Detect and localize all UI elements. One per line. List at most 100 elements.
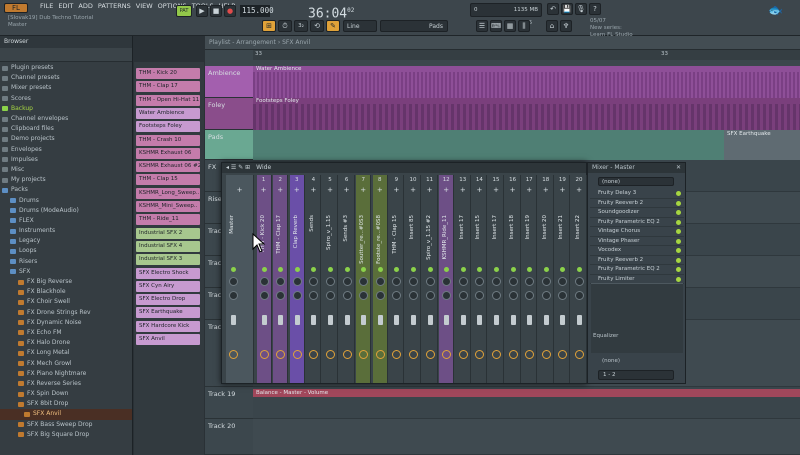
channel-rack-icon[interactable]: ▦: [504, 20, 516, 32]
mixer-strip[interactable]: 7 + Soutter_re...#0S3: [356, 175, 372, 383]
mixer-strip[interactable]: 19 + Insert 21: [555, 175, 571, 383]
close-icon[interactable]: ✕: [676, 164, 681, 172]
mixer-icon[interactable]: ⫼: [518, 20, 530, 32]
mixer-strip[interactable]: 1 + THM - Kick 20: [256, 175, 272, 383]
browser-item[interactable]: Risers: [0, 257, 132, 267]
add-icon[interactable]: +: [522, 186, 536, 194]
menu-file[interactable]: FILE: [40, 2, 53, 10]
route-icon[interactable]: [575, 350, 584, 359]
pan-knob[interactable]: [458, 277, 468, 286]
stereo-knob[interactable]: [492, 291, 501, 300]
add-icon[interactable]: +: [506, 186, 520, 194]
mute-led[interactable]: [577, 267, 582, 272]
mute-led[interactable]: [444, 267, 450, 272]
stereo-knob[interactable]: [276, 291, 286, 300]
mixer-strip[interactable]: 20 + Insert 22: [572, 175, 587, 383]
picker-item[interactable]: THM - Crash 10: [136, 134, 200, 146]
add-icon[interactable]: +: [472, 186, 486, 194]
effect-slot[interactable]: Vocodex: [590, 246, 684, 256]
mute-led[interactable]: [494, 267, 499, 272]
wait-icon[interactable]: ⏱: [278, 20, 292, 32]
pat-song-toggle[interactable]: PAT: [176, 5, 192, 17]
input-select[interactable]: (none): [598, 177, 674, 186]
mixer-menu-icon[interactable]: ◂ ☰ ✎ ⊞: [226, 164, 250, 172]
mute-led[interactable]: [543, 267, 549, 272]
browser-item[interactable]: SFX Anvil: [0, 409, 132, 420]
stop-button[interactable]: ■: [210, 5, 222, 17]
stereo-knob[interactable]: [309, 291, 319, 300]
add-icon[interactable]: +: [539, 186, 553, 194]
pan-knob[interactable]: [392, 277, 402, 286]
volume-fader[interactable]: [460, 315, 466, 325]
mixer-strip[interactable]: 6 + Sends #3: [339, 175, 355, 383]
countdown-icon[interactable]: 3₂: [294, 20, 308, 32]
pan-knob[interactable]: [342, 277, 352, 286]
add-icon[interactable]: +: [226, 186, 253, 194]
pan-knob[interactable]: [475, 277, 485, 286]
pattern-select[interactable]: Pads: [380, 20, 448, 32]
browser-item[interactable]: FX Spin Down: [0, 389, 132, 399]
mixer-strip[interactable]: + Master: [226, 175, 254, 383]
stereo-knob[interactable]: [541, 291, 551, 300]
browser-item[interactable]: FX Piano Nightmare: [0, 369, 132, 379]
menu-edit[interactable]: EDIT: [58, 2, 73, 10]
picker-item[interactable]: Industrial SFX 2: [136, 227, 200, 239]
effect-slot[interactable]: Fruity Reeverb 2: [590, 256, 684, 265]
record-button[interactable]: ●: [224, 5, 236, 17]
menu-view[interactable]: VIEW: [136, 2, 153, 10]
mute-led[interactable]: [294, 267, 300, 272]
browser-item[interactable]: Channel envelopes: [0, 114, 132, 124]
add-icon[interactable]: +: [273, 186, 287, 194]
mixer-strip[interactable]: 14 + Insert 15: [472, 175, 488, 383]
route-icon[interactable]: [229, 350, 238, 359]
picker-item[interactable]: THM - Clap 17: [136, 81, 200, 93]
track-header[interactable]: Track 20: [205, 419, 253, 455]
picker-item[interactable]: Industrial SFX 4: [136, 240, 200, 252]
stereo-knob[interactable]: [229, 291, 238, 300]
browser-item[interactable]: SFX 8bit Drop: [0, 399, 132, 409]
picker-item[interactable]: THM - Clap 15: [136, 174, 200, 186]
browser-item[interactable]: Packs: [0, 185, 132, 195]
effect-slot[interactable]: Fruity Reeverb 2: [590, 199, 684, 208]
mute-led[interactable]: [394, 267, 400, 272]
picker-item[interactable]: Water Ambience: [136, 107, 200, 119]
mixer-strip[interactable]: 3 + Clap Reverb: [289, 175, 305, 383]
mute-led[interactable]: [427, 267, 433, 272]
clip-water-waveform[interactable]: [253, 72, 800, 98]
route-icon[interactable]: [458, 350, 468, 359]
mixer-strip[interactable]: 18 + Insert 20: [538, 175, 554, 383]
mute-led[interactable]: [477, 267, 483, 272]
picker-item[interactable]: THM - Open Hi-Hat 11: [136, 94, 200, 106]
route-icon[interactable]: [492, 350, 501, 359]
browser-item[interactable]: Loops: [0, 246, 132, 256]
eq-graph[interactable]: [591, 283, 683, 353]
mixer-layout[interactable]: Wide: [256, 164, 271, 172]
volume-fader[interactable]: [377, 315, 383, 325]
add-icon[interactable]: +: [489, 186, 503, 194]
pan-knob[interactable]: [276, 277, 286, 286]
stereo-knob[interactable]: [575, 291, 584, 300]
output-select[interactable]: (none): [602, 358, 620, 364]
volume-fader[interactable]: [411, 315, 416, 325]
volume-fader[interactable]: [278, 315, 284, 325]
stereo-knob[interactable]: [525, 291, 535, 300]
stereo-knob[interactable]: [442, 291, 452, 300]
route-icon[interactable]: [392, 350, 402, 359]
piano-roll-icon[interactable]: ⌨: [490, 20, 502, 32]
add-icon[interactable]: +: [439, 186, 453, 194]
route-icon[interactable]: [541, 350, 551, 359]
snap-icon[interactable]: ⊞: [262, 20, 276, 32]
volume-fader[interactable]: [510, 315, 516, 325]
mixer-strip[interactable]: 8 + Footste_re...#0S8: [372, 175, 388, 383]
route-icon[interactable]: [508, 350, 518, 359]
mute-led[interactable]: [278, 267, 284, 272]
picker-item[interactable]: SFX Electro Shock: [136, 267, 200, 279]
stereo-knob[interactable]: [259, 291, 269, 300]
effect-slot[interactable]: Vintage Phaser: [590, 237, 684, 246]
effect-slot[interactable]: Fruity Parametric EQ 2: [590, 218, 684, 227]
mute-led[interactable]: [231, 267, 236, 272]
route-icon[interactable]: [276, 350, 286, 359]
browser-item[interactable]: Backup: [0, 104, 132, 114]
track-header[interactable]: Ambience: [205, 66, 253, 98]
route-icon[interactable]: [425, 350, 435, 359]
